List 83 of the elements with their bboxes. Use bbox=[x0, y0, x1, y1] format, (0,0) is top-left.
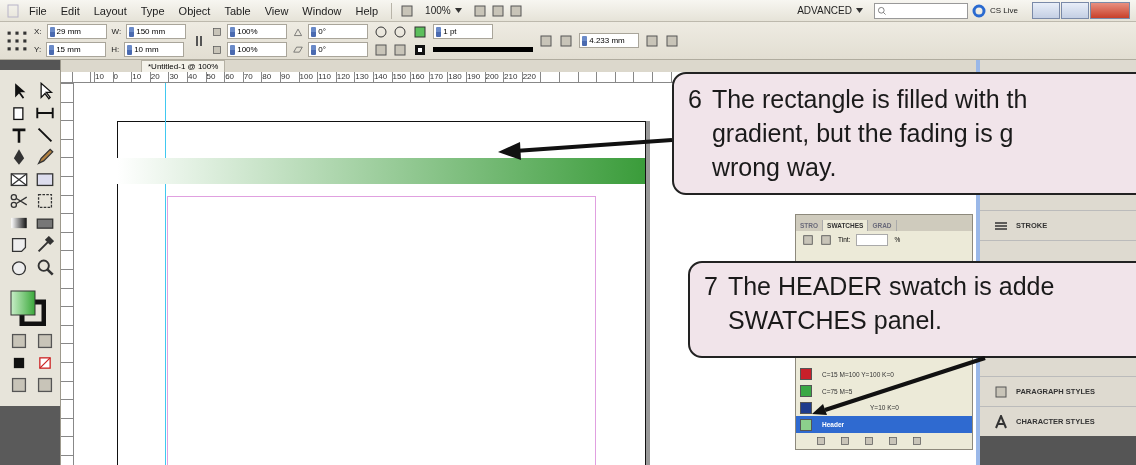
caret-icon bbox=[454, 8, 462, 13]
menu-item[interactable]: Layout bbox=[88, 2, 132, 19]
ruler-label: 220 bbox=[521, 72, 537, 82]
number-field[interactable]: 100% bbox=[227, 42, 288, 57]
callout-number: 7 bbox=[704, 271, 718, 302]
field-label: X: bbox=[34, 27, 42, 36]
menu-item[interactable]: Object bbox=[173, 2, 216, 19]
number-field[interactable]: 0° bbox=[308, 42, 369, 57]
field-label: H: bbox=[111, 45, 120, 54]
ruler-label: 100 bbox=[298, 72, 314, 82]
reference-point-icon[interactable] bbox=[6, 29, 28, 52]
ruler-label: 20 bbox=[149, 72, 161, 82]
character-styles-icon[interactable] bbox=[994, 414, 1008, 429]
zoom-icon[interactable] bbox=[36, 258, 54, 276]
stroke-type-swatch[interactable] bbox=[433, 47, 534, 52]
shear-angle-icon[interactable] bbox=[293, 44, 304, 55]
ruler-label: 70 bbox=[242, 72, 254, 82]
callout-text: The HEADER swatch is adde SWATCHES panel. bbox=[727, 271, 1055, 336]
ruler-label: 0 bbox=[112, 72, 120, 82]
line-tool-icon[interactable] bbox=[36, 126, 54, 144]
ruler-label: 120 bbox=[335, 72, 352, 82]
number-field[interactable]: 100% bbox=[227, 24, 288, 39]
number-field[interactable]: 0° bbox=[308, 24, 369, 39]
frame-icon[interactable] bbox=[10, 170, 28, 188]
workspace-dropdown[interactable]: ADVANCED bbox=[790, 3, 870, 18]
ruler-label: 170 bbox=[428, 72, 445, 82]
tint-field[interactable] bbox=[856, 233, 889, 246]
zoom-dropdown[interactable]: 100% bbox=[418, 3, 469, 18]
menu-item[interactable]: Type bbox=[135, 2, 170, 19]
field-label: W: bbox=[111, 27, 122, 36]
ruler-label: 130 bbox=[354, 72, 370, 82]
ruler-label: 180 bbox=[447, 72, 463, 82]
rotate-angle-icon[interactable] bbox=[293, 26, 304, 37]
callout-text: The rectangle is filled with th gradient, but the fading is g wrong way. bbox=[711, 84, 1028, 183]
fill-swatch-icon[interactable] bbox=[413, 24, 428, 39]
offset-field[interactable]: 4.233 mm bbox=[579, 33, 640, 48]
ruler-label: 80 bbox=[261, 72, 273, 82]
ruler-label: 140 bbox=[372, 72, 389, 82]
menu-item[interactable]: File bbox=[24, 2, 52, 19]
note-icon[interactable] bbox=[10, 236, 28, 254]
stroke-swatch-icon[interactable] bbox=[413, 42, 428, 57]
menu-item[interactable]: Help bbox=[350, 2, 384, 19]
search-icon[interactable] bbox=[877, 5, 887, 16]
stroke-weight-field[interactable]: 1 pt bbox=[433, 24, 494, 39]
ruler-label: 10 bbox=[94, 72, 105, 82]
menu-item[interactable]: Window bbox=[297, 2, 347, 19]
ruler-label: 10 bbox=[131, 72, 143, 82]
number-field[interactable]: 15 mm bbox=[46, 42, 107, 57]
menu-item[interactable]: View bbox=[259, 2, 294, 19]
search-field[interactable] bbox=[874, 2, 968, 19]
ruler-label: 190 bbox=[465, 72, 482, 82]
panel-background bbox=[0, 406, 60, 465]
minimize-button[interactable] bbox=[1032, 2, 1060, 19]
number-field[interactable]: 150 mm bbox=[126, 24, 187, 39]
fill-stroke-swatch-icon[interactable] bbox=[10, 290, 46, 326]
cs-live-icon[interactable] bbox=[972, 3, 986, 18]
ruler-label: 210 bbox=[503, 72, 519, 82]
number-field[interactable]: 29 mm bbox=[46, 24, 107, 39]
cs-live-button[interactable]: CS Live bbox=[990, 6, 1018, 15]
type-tool-icon[interactable] bbox=[10, 126, 28, 144]
menu-item[interactable]: Edit bbox=[55, 2, 85, 19]
menu-item[interactable]: Table bbox=[219, 2, 256, 19]
maximize-button[interactable] bbox=[1061, 2, 1089, 19]
ruler-label: 90 bbox=[279, 72, 291, 82]
ruler-label: 50 bbox=[205, 72, 217, 82]
callout-number: 6 bbox=[688, 84, 702, 115]
ruler-label: 200 bbox=[484, 72, 500, 82]
free-transform-icon[interactable] bbox=[36, 192, 54, 210]
panel-header-bar bbox=[0, 60, 60, 70]
field-label: Y: bbox=[34, 45, 42, 54]
number-field[interactable]: 10 mm bbox=[124, 42, 185, 57]
ruler-label: 60 bbox=[224, 72, 236, 82]
rectangle-icon[interactable] bbox=[36, 170, 54, 188]
ruler-label: 110 bbox=[317, 72, 332, 82]
scissors-icon[interactable] bbox=[10, 192, 28, 210]
ruler-label: 40 bbox=[186, 72, 198, 82]
ruler-label: 160 bbox=[410, 72, 426, 82]
apply-none-icon[interactable] bbox=[36, 354, 54, 372]
ruler-label: 30 bbox=[168, 72, 180, 82]
caret-icon bbox=[856, 8, 863, 13]
ruler-label: 150 bbox=[391, 72, 407, 82]
pencil-icon[interactable] bbox=[36, 148, 54, 166]
document-tab[interactable]: *Untitled-1 @ 100% bbox=[141, 60, 226, 72]
